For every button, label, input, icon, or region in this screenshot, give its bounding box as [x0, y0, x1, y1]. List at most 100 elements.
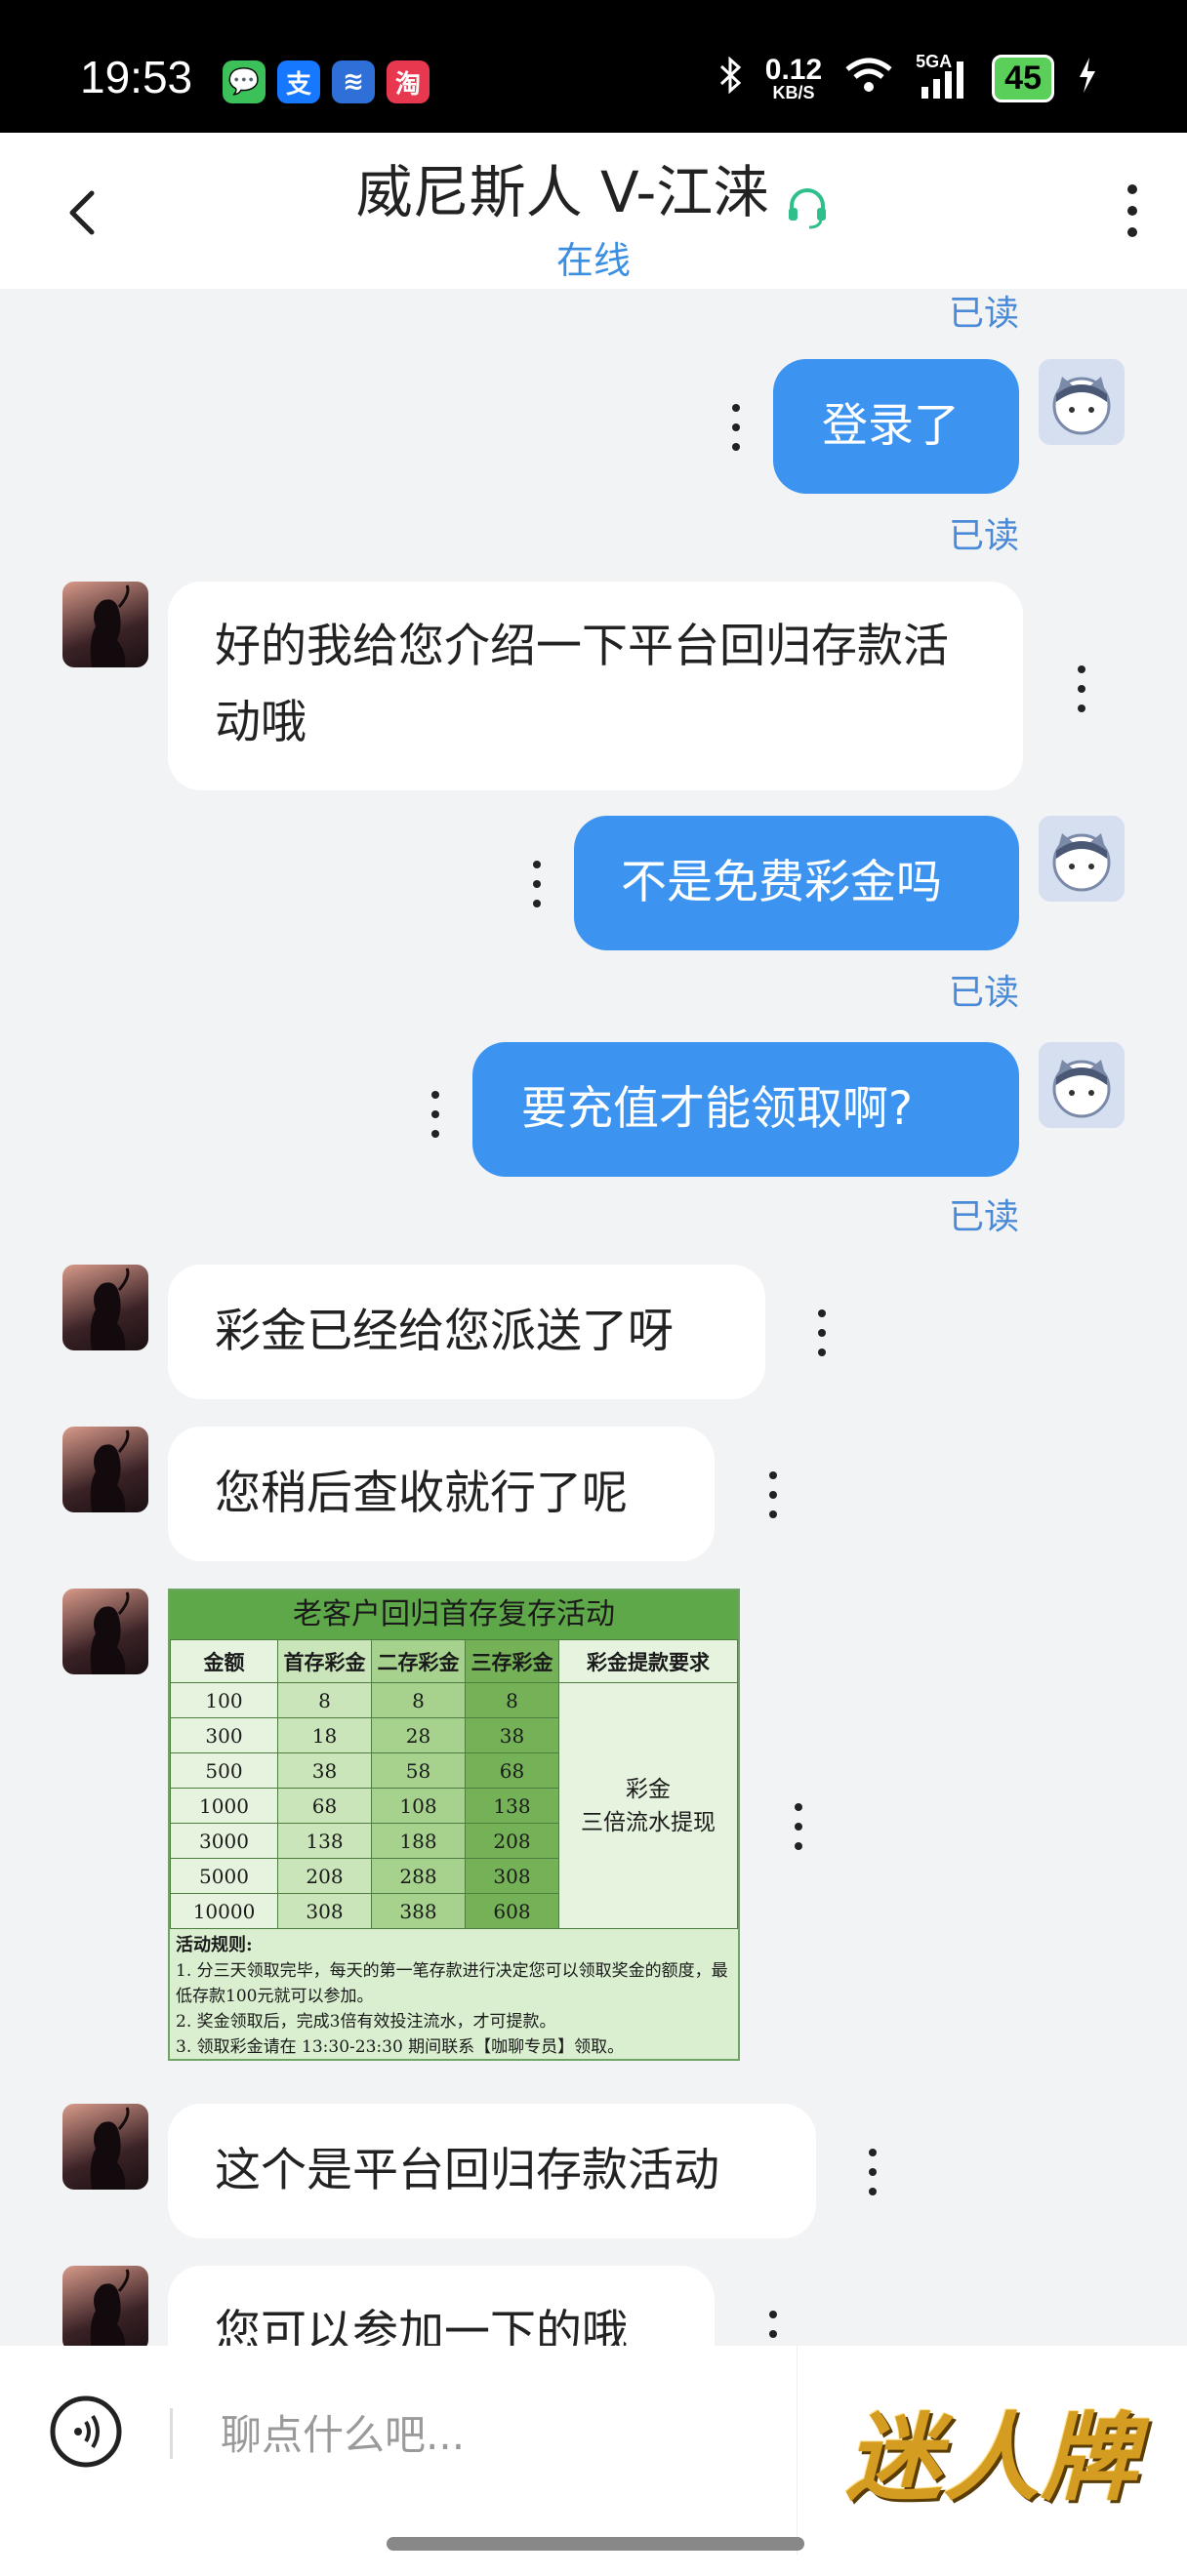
promo-cell: 8 — [465, 1682, 559, 1718]
my-avatar[interactable] — [1039, 359, 1125, 445]
chat-title: 威尼斯人 V-江涞 — [355, 159, 770, 225]
message-bubble-received[interactable]: 彩金已经给您派送了呀 — [168, 1265, 765, 1399]
voice-input-icon[interactable] — [49, 2395, 123, 2469]
message-options-icon[interactable] — [767, 1469, 779, 1520]
messages-app-icon: 💬 — [223, 60, 266, 103]
promo-cell: 138 — [277, 1823, 372, 1859]
promo-cell: 138 — [465, 1788, 559, 1824]
message-options-icon[interactable] — [1076, 664, 1087, 714]
my-avatar[interactable] — [1039, 1042, 1125, 1128]
brand-text: 迷人牌 — [845, 2403, 1139, 2515]
promo-cell: 68 — [465, 1752, 559, 1789]
agent-avatar[interactable] — [62, 1589, 148, 1674]
my-avatar[interactable] — [1039, 816, 1125, 902]
agent-avatar[interactable] — [62, 1265, 148, 1350]
title-row: 威尼斯人 V-江涞 — [0, 146, 1187, 231]
message-bubble-sent[interactable]: 不是免费彩金吗 — [574, 816, 1019, 950]
customer-service-headset-icon — [789, 187, 827, 228]
promo-cell: 58 — [371, 1752, 466, 1789]
read-receipt: 已读 — [948, 516, 1019, 556]
cartoon-avatar-icon — [1052, 833, 1111, 892]
shopping-app-icon: 淘 — [387, 60, 430, 103]
input-divider — [170, 2408, 173, 2459]
message-input[interactable]: 聊点什么吧... — [221, 2402, 465, 2462]
promo-table: 金额 首存彩金 二存彩金 三存彩金 彩金提款要求 100 8 8 8 彩金 三倍… — [170, 1639, 738, 1929]
signal-icon: 5GA — [916, 52, 970, 101]
promo-cell: 28 — [371, 1717, 466, 1753]
wallet-app-icon: ≋ — [332, 60, 375, 103]
message-options-icon[interactable] — [793, 1801, 804, 1852]
promo-cell: 10000 — [170, 1893, 278, 1929]
promo-cell: 18 — [277, 1717, 372, 1753]
agent-avatar[interactable] — [62, 1427, 148, 1512]
promo-rules-title: 活动规则: — [176, 1935, 253, 1955]
promo-cell: 8 — [371, 1682, 466, 1718]
promo-cell: 38 — [465, 1717, 559, 1753]
agent-silhouette-icon — [90, 1429, 130, 1512]
agent-silhouette-icon — [90, 2269, 130, 2352]
promo-header-cell: 首存彩金 — [277, 1639, 372, 1683]
cartoon-avatar-icon — [1052, 377, 1111, 435]
message-options-icon[interactable] — [531, 859, 543, 909]
chat-header: 威尼斯人 V-江涞 在线 — [0, 133, 1187, 289]
agent-avatar[interactable] — [62, 582, 148, 667]
promo-header-cell: 金额 — [170, 1639, 278, 1683]
message-options-icon[interactable] — [867, 2147, 879, 2197]
table-row: 100 8 8 8 彩金 三倍流水提现 — [170, 1682, 738, 1929]
promo-table-header: 金额 首存彩金 二存彩金 三存彩金 彩金提款要求 — [170, 1639, 738, 1683]
charging-icon — [1076, 56, 1099, 102]
promo-rule: 2. 奖金领取后，完成3倍有效投注流水，才可提款。 — [176, 2012, 556, 2032]
more-options-icon[interactable] — [1125, 181, 1140, 240]
promo-cell: 208 — [465, 1823, 559, 1859]
promo-image-message[interactable]: 老客户回归首存复存活动 金额 首存彩金 二存彩金 三存彩金 彩金提款要求 100… — [168, 1589, 740, 2061]
promo-cell: 68 — [277, 1788, 372, 1824]
status-time: 19:53 — [80, 52, 193, 102]
promo-header-cell: 二存彩金 — [371, 1639, 466, 1683]
message-bubble-sent[interactable]: 要充值才能领取啊? — [472, 1042, 1019, 1177]
agent-avatar[interactable] — [62, 2104, 148, 2190]
message-options-icon[interactable] — [430, 1089, 441, 1140]
message-options-icon[interactable] — [816, 1308, 828, 1358]
promo-cell: 388 — [371, 1893, 466, 1929]
promo-header-cell: 三存彩金 — [465, 1639, 559, 1683]
promo-cell: 308 — [277, 1893, 372, 1929]
promo-cell: 3000 — [170, 1823, 278, 1859]
promo-cell: 300 — [170, 1717, 278, 1753]
promo-rule: 3. 领取彩金请在 13:30-23:30 期间联系【咖聊专员】领取。 — [176, 2037, 625, 2057]
battery-level: 45 — [992, 55, 1054, 102]
promo-cell: 100 — [170, 1682, 278, 1718]
promo-cell: 1000 — [170, 1788, 278, 1824]
read-receipt: 已读 — [948, 294, 1019, 334]
promo-requirement-line: 三倍流水提现 — [581, 1809, 716, 1835]
promo-rule: 1. 分三天领取完毕，每天的第一笔存款进行决定您可以领取奖金的额度，最低存款10… — [176, 1961, 728, 2006]
home-indicator[interactable] — [387, 2537, 804, 2551]
agent-silhouette-icon — [90, 1591, 130, 1674]
wifi-icon — [843, 56, 894, 102]
promo-cell: 5000 — [170, 1858, 278, 1894]
promo-cell: 188 — [371, 1823, 466, 1859]
promo-requirement-line: 彩金 — [626, 1776, 671, 1802]
promo-cell: 38 — [277, 1752, 372, 1789]
alipay-app-icon: 支 — [277, 60, 320, 103]
cartoon-avatar-icon — [1052, 1060, 1111, 1118]
promo-requirement: 彩金 三倍流水提现 — [558, 1682, 738, 1929]
promo-rules: 活动规则: 1. 分三天领取完毕，每天的第一笔存款进行决定您可以领取奖金的额度，… — [170, 1929, 738, 2064]
message-bubble-received[interactable]: 好的我给您介绍一下平台回归存款活动哦 — [168, 582, 1023, 790]
net-speed: 0.12 KB/S — [765, 55, 822, 101]
agent-silhouette-icon — [90, 1268, 130, 1350]
agent-avatar[interactable] — [62, 2266, 148, 2352]
message-bubble-received[interactable]: 这个是平台回归存款活动 — [168, 2104, 816, 2238]
promo-cell: 500 — [170, 1752, 278, 1789]
promo-title: 老客户回归首存复存活动 — [170, 1590, 738, 1639]
promo-cell: 208 — [277, 1858, 372, 1894]
message-options-icon[interactable] — [730, 402, 742, 453]
promo-header-cell: 彩金提款要求 — [558, 1639, 738, 1683]
read-receipt: 已读 — [948, 1197, 1019, 1237]
status-bar: 19:53 💬 支 ≋ 淘 0.12 KB/S 5GA 45 — [0, 0, 1187, 133]
status-indicators: 0.12 KB/S 5GA 45 — [718, 52, 1099, 102]
message-bubble-received[interactable]: 您稍后查收就行了呢 — [168, 1427, 715, 1561]
agent-silhouette-icon — [90, 2107, 130, 2190]
bluetooth-icon — [718, 56, 744, 102]
promo-cell: 8 — [277, 1682, 372, 1718]
message-bubble-sent[interactable]: 登录了 — [773, 359, 1019, 494]
